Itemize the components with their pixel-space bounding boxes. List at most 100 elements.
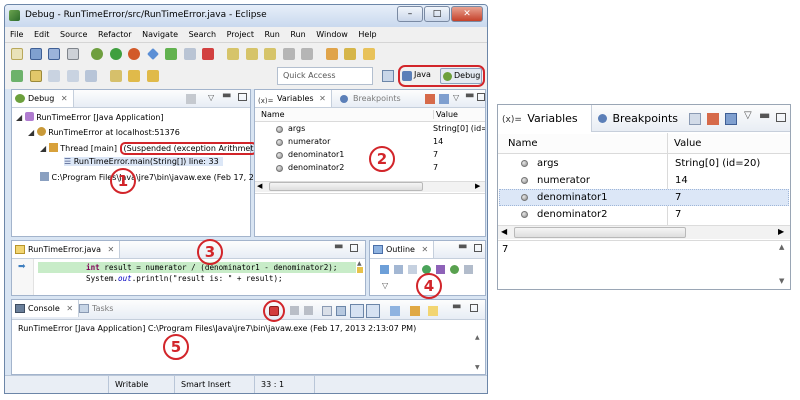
pin-console-icon[interactable] <box>366 304 380 318</box>
show-logical-structure-icon[interactable] <box>707 113 719 125</box>
remove-terminated-icon[interactable] <box>186 94 196 104</box>
scroll-left-icon[interactable]: ◀ <box>257 182 262 190</box>
pin-icon[interactable] <box>85 70 98 82</box>
maximize-view-icon[interactable] <box>470 304 478 312</box>
scroll-thumb[interactable] <box>269 182 423 191</box>
step-return-icon[interactable] <box>264 48 277 60</box>
hide-static-icon[interactable] <box>408 265 417 274</box>
editor-gutter[interactable]: ➡ <box>12 259 34 295</box>
toggle-mark-occurrences-icon[interactable] <box>29 70 42 82</box>
expand-arrow-icon[interactable]: ◢ <box>40 144 46 153</box>
menu-refactor[interactable]: Refactor <box>98 30 132 39</box>
minimize-view-icon[interactable]: ▬ <box>452 301 461 312</box>
close-tab-icon[interactable]: ✕ <box>66 304 73 313</box>
back-icon[interactable] <box>128 70 141 82</box>
remove-all-launches-icon[interactable] <box>304 306 313 315</box>
detail-scroll-up-icon[interactable]: ▲ <box>779 243 784 251</box>
new-icon[interactable] <box>11 48 23 60</box>
menu-search[interactable]: Search <box>189 30 216 39</box>
minimize-view-icon[interactable]: ▬ <box>759 108 770 122</box>
next-annotation-icon[interactable] <box>11 70 23 82</box>
minimize-view-icon[interactable]: ▬ <box>458 241 467 252</box>
minimize-button[interactable]: – <box>397 6 423 22</box>
code-line-2[interactable]: System.out.println("result is: " + resul… <box>86 274 283 283</box>
open-task-icon[interactable] <box>344 48 357 60</box>
menu-edit[interactable]: Edit <box>34 30 50 39</box>
terminate-icon[interactable] <box>269 306 279 316</box>
java-perspective-button[interactable]: Java <box>402 69 438 83</box>
maximize-view-icon[interactable] <box>477 93 485 101</box>
skip-breakpoints-icon[interactable] <box>146 48 159 60</box>
remove-launch-icon[interactable] <box>290 306 299 315</box>
outline-view-menu-icon[interactable]: ▽ <box>382 281 388 290</box>
variable-detail-pane[interactable]: 7 ▲ ▼ <box>498 240 790 289</box>
overview-ruler-marker[interactable] <box>357 267 363 273</box>
zoomed-horizontal-scrollbar[interactable]: ◀ ▶ <box>498 225 790 239</box>
tree-node-stack-frame[interactable]: ☰ RunTimeError.main(String[]) line: 33 <box>64 157 223 166</box>
tree-node-thread[interactable]: ◢ Thread [main] (Suspended (exception Ar… <box>40 142 258 155</box>
clear-console-icon[interactable] <box>322 306 332 316</box>
close-button[interactable]: ✕ <box>451 6 483 22</box>
console-scroll-down-icon[interactable]: ▼ <box>475 364 480 371</box>
maximize-view-icon[interactable] <box>238 93 247 101</box>
menu-project[interactable]: Project <box>227 30 254 39</box>
outline-filter-icon[interactable] <box>464 265 473 274</box>
table-row[interactable]: numerator 14 <box>499 172 789 189</box>
scroll-right-icon[interactable]: ▶ <box>475 182 480 190</box>
search-tool-icon[interactable] <box>362 48 375 60</box>
maximize-button[interactable]: □ <box>424 6 450 22</box>
close-tab-icon[interactable]: ✕ <box>108 245 115 254</box>
column-name-header[interactable]: Name <box>508 138 538 149</box>
menu-run[interactable]: Run <box>265 30 280 39</box>
print-icon[interactable] <box>66 48 79 60</box>
table-row[interactable]: args String[0] (id=20) <box>499 155 789 172</box>
minimize-view-icon[interactable]: ▬ <box>334 241 343 252</box>
close-tab-icon[interactable]: ✕ <box>319 94 326 103</box>
menu-file[interactable]: File <box>10 30 23 39</box>
column-name-header[interactable]: Name <box>261 110 285 119</box>
menu-run-2[interactable]: Run <box>290 30 305 39</box>
scroll-left-icon[interactable]: ◀ <box>501 227 507 236</box>
maximize-view-icon[interactable] <box>474 244 482 252</box>
tab-editor-file[interactable]: RunTimeError.java ✕ <box>12 241 121 258</box>
expand-arrow-icon[interactable]: ◢ <box>16 113 22 122</box>
variables-horizontal-scrollbar[interactable]: ◀ ▶ <box>255 181 485 192</box>
view-menu-icon[interactable]: ▽ <box>453 93 459 102</box>
tab-debug[interactable]: Debug ✕ <box>12 90 74 107</box>
quick-access-input[interactable]: Quick Access <box>277 67 373 85</box>
table-row-selected[interactable]: denominator1 7 <box>499 189 789 206</box>
tree-node-process[interactable]: C:\Program Files\Java\jre7\bin\javaw.exe… <box>40 172 254 182</box>
zoomed-tab-variables[interactable]: (x)= Variables ✕ <box>498 105 592 154</box>
display-selected-console-icon[interactable] <box>390 306 400 316</box>
detail-scroll-down-icon[interactable]: ▼ <box>779 277 784 285</box>
use-step-filters-icon[interactable] <box>301 48 314 60</box>
maximize-view-icon[interactable] <box>350 244 358 252</box>
terminate-icon[interactable] <box>202 48 215 60</box>
table-row[interactable]: args String[0] (id=2 <box>255 123 485 136</box>
suspend-icon[interactable] <box>183 48 196 60</box>
minimize-view-icon[interactable]: ▬ <box>465 90 474 101</box>
collapse-all-icon[interactable] <box>439 94 449 104</box>
close-tab-icon[interactable]: ✕ <box>61 94 68 103</box>
last-edit-location-icon[interactable] <box>109 70 122 82</box>
external-tools-icon[interactable] <box>128 48 141 60</box>
drop-frame-icon[interactable] <box>282 48 295 60</box>
tab-breakpoints[interactable]: Breakpoints <box>337 90 406 107</box>
show-whitespace-icon[interactable] <box>66 70 79 82</box>
title-bar[interactable]: Debug - RunTimeError/src/RunTimeError.ja… <box>5 5 487 27</box>
collapse-all-icon[interactable] <box>725 113 737 125</box>
table-row[interactable]: denominator2 7 <box>499 206 789 223</box>
tab-tasks[interactable]: Tasks <box>76 300 118 317</box>
console-output-area[interactable] <box>12 334 477 374</box>
show-type-names-icon[interactable] <box>689 113 701 125</box>
scroll-right-icon[interactable]: ▶ <box>778 227 784 236</box>
sort-icon[interactable] <box>380 265 389 274</box>
show-type-names-icon[interactable] <box>425 94 435 104</box>
new-console-icon[interactable] <box>428 306 438 316</box>
maximize-view-icon[interactable] <box>776 113 786 122</box>
run-icon[interactable] <box>109 48 122 60</box>
open-perspective-icon[interactable] <box>382 70 394 82</box>
table-row[interactable]: numerator 14 <box>255 136 485 149</box>
step-over-icon[interactable] <box>245 48 258 60</box>
word-wrap-icon[interactable] <box>350 304 364 318</box>
